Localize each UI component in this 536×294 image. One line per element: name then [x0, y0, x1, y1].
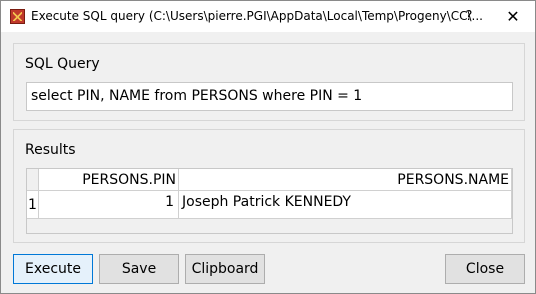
sql-query-label: SQL Query	[25, 56, 100, 72]
clipboard-button[interactable]: Clipboard	[185, 254, 265, 284]
execute-button[interactable]: Execute	[13, 254, 93, 284]
close-button[interactable]: Close	[445, 254, 525, 284]
row-header[interactable]: 1	[27, 191, 39, 219]
close-icon[interactable]: ✕	[498, 1, 528, 32]
help-button[interactable]: ?	[456, 1, 482, 32]
table-cell-pin[interactable]: 1	[39, 191, 179, 219]
results-label: Results	[25, 142, 76, 158]
title-bar[interactable]: Execute SQL query (C:\Users\pierre.PGI\A…	[1, 1, 535, 32]
table-corner[interactable]	[27, 169, 39, 191]
results-group: Results PERSONS.PIN PERSONS.NAME 1 1 Jos…	[13, 129, 525, 243]
dialog-window: Execute SQL query (C:\Users\pierre.PGI\A…	[0, 0, 536, 294]
table-cell-name[interactable]: Joseph Patrick KENNEDY	[179, 191, 512, 219]
app-icon	[10, 9, 25, 24]
save-button[interactable]: Save	[99, 254, 179, 284]
column-header-pin[interactable]: PERSONS.PIN	[39, 169, 179, 191]
window-title: Execute SQL query (C:\Users\pierre.PGI\A…	[31, 9, 483, 23]
sql-query-group: SQL Query select PIN, NAME from PERSONS …	[13, 43, 525, 121]
column-header-name[interactable]: PERSONS.NAME	[179, 169, 512, 191]
sql-query-input[interactable]: select PIN, NAME from PERSONS where PIN …	[26, 82, 513, 111]
results-table[interactable]: PERSONS.PIN PERSONS.NAME 1 1 Joseph Patr…	[26, 168, 513, 234]
